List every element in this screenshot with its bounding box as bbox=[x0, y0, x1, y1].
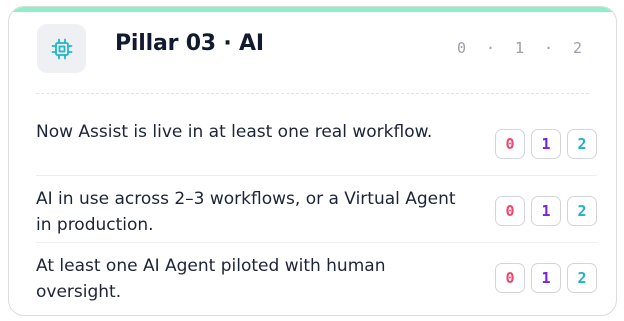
score-0-button[interactable]: 0 bbox=[495, 129, 525, 159]
criterion-row: Now Assist is live in at least one real … bbox=[36, 109, 597, 175]
score-group: 0 1 2 bbox=[495, 196, 597, 226]
score-1-button[interactable]: 1 bbox=[531, 263, 561, 293]
legend-score-2: 2 bbox=[572, 39, 583, 57]
chip-icon-container bbox=[37, 24, 86, 73]
score-1-button[interactable]: 1 bbox=[531, 129, 561, 159]
score-1-button[interactable]: 1 bbox=[531, 196, 561, 226]
card-header: Pillar 03 · AI 0 · 1 · 2 bbox=[9, 7, 616, 97]
legend-score-0: 0 bbox=[456, 39, 467, 57]
criterion-text: At least one AI Agent piloted with human… bbox=[36, 256, 386, 302]
legend-separator: · bbox=[543, 39, 554, 57]
score-2-button[interactable]: 2 bbox=[567, 263, 597, 293]
pillar-card: Pillar 03 · AI 0 · 1 · 2 Now Assist is live … bbox=[8, 6, 617, 316]
score-2-button[interactable]: 2 bbox=[567, 196, 597, 226]
pillar-title: Pillar 03 · AI bbox=[115, 31, 264, 56]
chip-icon bbox=[51, 38, 72, 59]
criterion-text: AI in use across 2–3 workflows, or a Vir… bbox=[36, 189, 456, 235]
criterion-row: AI in use across 2–3 workflows, or a Vir… bbox=[36, 176, 597, 242]
legend-separator: · bbox=[485, 39, 496, 57]
score-group: 0 1 2 bbox=[495, 263, 597, 293]
score-2-button[interactable]: 2 bbox=[567, 129, 597, 159]
score-0-button[interactable]: 0 bbox=[495, 196, 525, 226]
score-legend: 0 · 1 · 2 bbox=[447, 39, 592, 57]
criterion-text: Now Assist is live in at least one real … bbox=[36, 122, 433, 142]
criterion-row: At least one AI Agent piloted with human… bbox=[36, 243, 597, 309]
legend-score-1: 1 bbox=[514, 39, 525, 57]
score-group: 0 1 2 bbox=[495, 129, 597, 159]
criteria-list: Now Assist is live in at least one real … bbox=[36, 109, 597, 309]
score-0-button[interactable]: 0 bbox=[495, 263, 525, 293]
header-divider bbox=[36, 93, 589, 94]
